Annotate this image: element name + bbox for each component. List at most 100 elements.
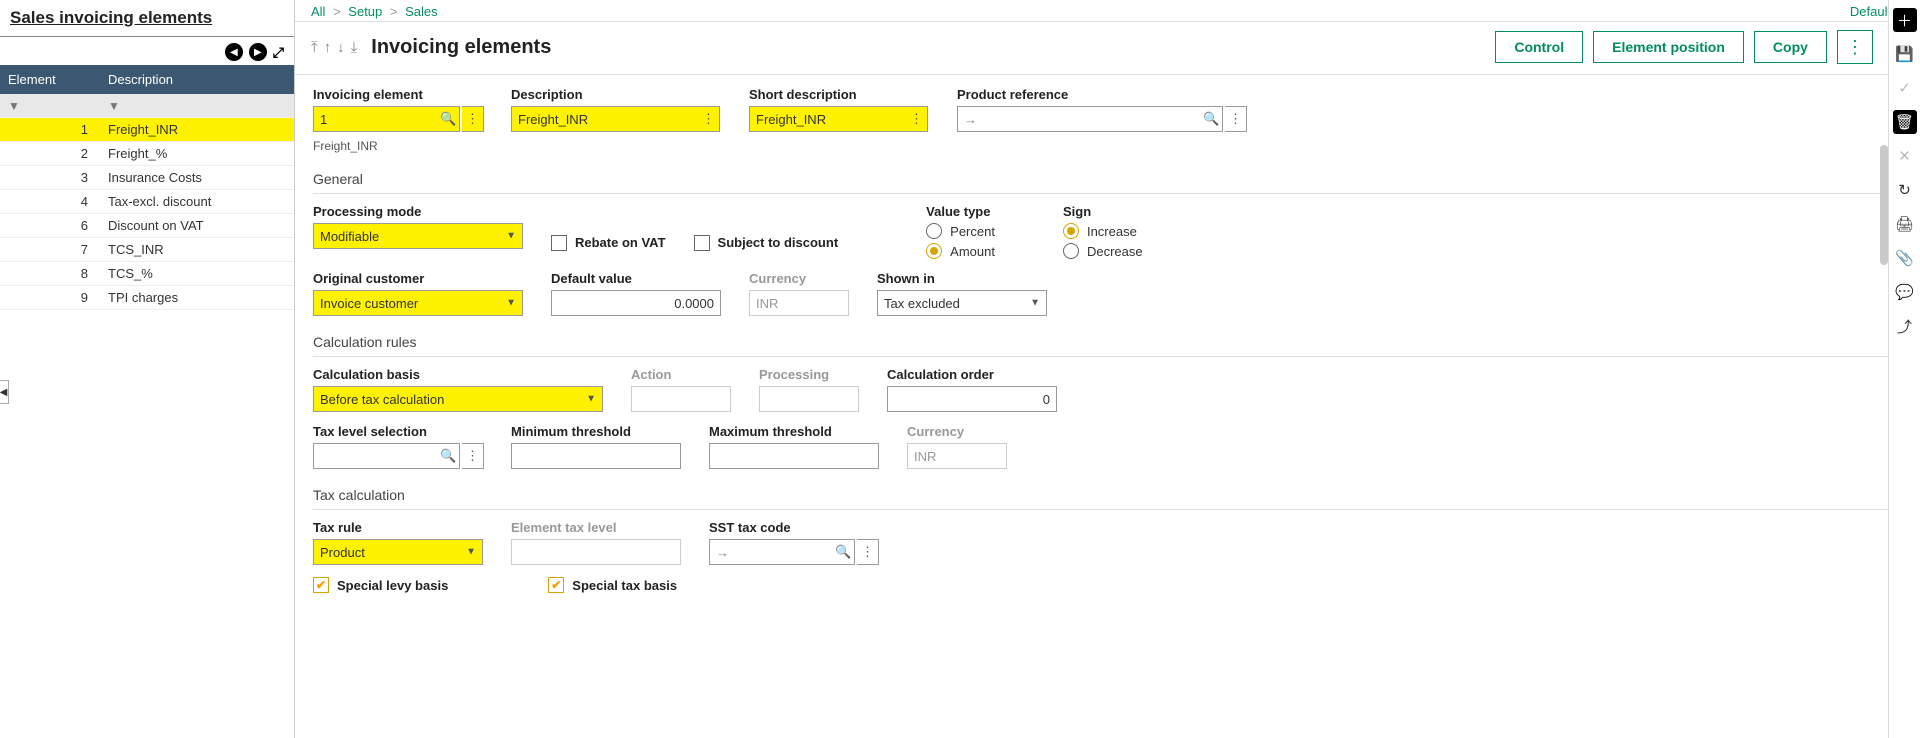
- element-position-button[interactable]: Element position: [1593, 31, 1744, 63]
- value-type-amount[interactable]: Amount: [926, 243, 995, 259]
- refresh-icon[interactable]: ↻: [1893, 178, 1917, 202]
- checkbox-icon: [548, 577, 564, 593]
- label-short-description: Short description: [749, 87, 929, 102]
- add-icon[interactable]: ＋: [1893, 8, 1917, 32]
- value-type-percent[interactable]: Percent: [926, 223, 995, 239]
- main-panel: ◀ All > Setup > Sales Default▼ ⤒ ↑ ↓ ⤓: [295, 0, 1920, 738]
- field-menu-icon[interactable]: ⋮: [906, 106, 928, 132]
- label-currency2: Currency: [907, 424, 1007, 439]
- table-row[interactable]: 6Discount on VAT: [0, 214, 294, 238]
- filter-icon[interactable]: ▼: [108, 99, 120, 113]
- right-rail: ＋ 💾 ✓ 🗑 ✕ ↻ 🖨 📎 💬 ⤴: [1888, 0, 1920, 738]
- field-menu-icon[interactable]: ⋮: [462, 106, 484, 132]
- label-shown-in: Shown in: [877, 271, 1047, 286]
- label-sign: Sign: [1063, 204, 1143, 219]
- calculation-order-input[interactable]: [887, 386, 1057, 412]
- processing-input: [759, 386, 859, 412]
- attachment-icon[interactable]: 📎: [1893, 246, 1917, 270]
- sst-tax-code-input[interactable]: →: [709, 539, 834, 565]
- label-description: Description: [511, 87, 721, 102]
- lookup-icon[interactable]: 🔍: [438, 106, 460, 132]
- section-calc-rules: Calculation rules: [313, 328, 1902, 357]
- control-button[interactable]: Control: [1495, 31, 1583, 63]
- table-row[interactable]: 1Freight_INR: [0, 118, 294, 142]
- table-row[interactable]: 2Freight_%: [0, 142, 294, 166]
- col-element[interactable]: Element: [0, 65, 100, 94]
- label-tax-level-selection: Tax level selection: [313, 424, 483, 439]
- breadcrumb: All > Setup > Sales: [311, 4, 438, 19]
- check-icon[interactable]: ✓: [1893, 76, 1917, 100]
- last-record-icon[interactable]: ⤓: [351, 39, 358, 56]
- description-input[interactable]: [511, 106, 699, 132]
- col-description[interactable]: Description: [100, 65, 294, 94]
- element-hint: Freight_INR: [313, 139, 483, 153]
- label-calculation-order: Calculation order: [887, 367, 1057, 382]
- first-record-icon[interactable]: ⤒: [311, 39, 318, 56]
- delete-icon[interactable]: 🗑: [1893, 110, 1917, 134]
- crumb-setup[interactable]: Setup: [348, 4, 382, 19]
- subject-to-discount-checkbox[interactable]: Subject to discount: [694, 226, 839, 259]
- tax-rule-select[interactable]: Product▼: [313, 539, 483, 565]
- record-list: Element Description ▼ ▼ 1Freight_INR 2Fr…: [0, 65, 294, 310]
- crumb-sales[interactable]: Sales: [405, 4, 438, 19]
- save-icon[interactable]: 💾: [1893, 42, 1917, 66]
- close-icon[interactable]: ✕: [1893, 144, 1917, 168]
- special-levy-basis-checkbox[interactable]: Special levy basis: [313, 577, 448, 593]
- field-menu-icon[interactable]: ⋮: [462, 443, 484, 469]
- next-record-icon[interactable]: ↓: [337, 39, 345, 56]
- max-threshold-input[interactable]: [709, 443, 879, 469]
- tax-level-selection-input[interactable]: [313, 443, 439, 469]
- currency2-input: [907, 443, 1007, 469]
- lookup-icon[interactable]: 🔍: [438, 443, 460, 469]
- rebate-on-vat-checkbox[interactable]: Rebate on VAT: [551, 226, 666, 259]
- label-calculation-basis: Calculation basis: [313, 367, 603, 382]
- field-menu-icon[interactable]: ⋮: [857, 539, 879, 565]
- currency-input: [749, 290, 849, 316]
- checkbox-icon: [551, 235, 567, 251]
- label-max-threshold: Maximum threshold: [709, 424, 879, 439]
- export-icon[interactable]: ⤴: [1893, 314, 1917, 338]
- label-min-threshold: Minimum threshold: [511, 424, 681, 439]
- label-product-reference: Product reference: [957, 87, 1247, 102]
- processing-mode-select[interactable]: Modifiable▼: [313, 223, 523, 249]
- prev-record-icon[interactable]: ↑: [324, 39, 332, 56]
- invoicing-element-input[interactable]: [313, 106, 439, 132]
- next-record-icon[interactable]: ▶: [249, 43, 267, 61]
- more-actions-icon[interactable]: ⋮: [1837, 30, 1873, 64]
- table-row[interactable]: 7TCS_INR: [0, 238, 294, 262]
- table-row[interactable]: 3Insurance Costs: [0, 166, 294, 190]
- print-icon[interactable]: 🖨: [1893, 212, 1917, 236]
- short-description-input[interactable]: [749, 106, 907, 132]
- prev-record-icon[interactable]: ◀: [225, 43, 243, 61]
- label-processing: Processing: [759, 367, 859, 382]
- sign-decrease[interactable]: Decrease: [1063, 243, 1143, 259]
- lookup-icon[interactable]: 🔍: [1201, 106, 1223, 132]
- field-menu-icon[interactable]: ⋮: [1225, 106, 1247, 132]
- section-general: General: [313, 165, 1902, 194]
- comment-icon[interactable]: 💬: [1893, 280, 1917, 304]
- calculation-basis-select[interactable]: Before tax calculation▼: [313, 386, 603, 412]
- product-reference-input[interactable]: →: [957, 106, 1202, 132]
- expand-icon[interactable]: ⤢: [273, 44, 284, 61]
- label-tax-rule: Tax rule: [313, 520, 483, 535]
- left-panel: Sales invoicing elements ◀ ▶ ⤢ Element D…: [0, 0, 295, 738]
- crumb-all[interactable]: All: [311, 4, 325, 19]
- checkbox-icon: [694, 235, 710, 251]
- filter-icon[interactable]: ▼: [8, 99, 20, 113]
- table-row[interactable]: 9TPI charges: [0, 286, 294, 310]
- special-tax-basis-checkbox[interactable]: Special tax basis: [548, 577, 677, 593]
- sign-increase[interactable]: Increase: [1063, 223, 1143, 239]
- min-threshold-input[interactable]: [511, 443, 681, 469]
- field-menu-icon[interactable]: ⋮: [698, 106, 720, 132]
- default-value-input[interactable]: [551, 290, 721, 316]
- copy-button[interactable]: Copy: [1754, 31, 1827, 63]
- table-row[interactable]: 8TCS_%: [0, 262, 294, 286]
- scrollbar-thumb[interactable]: [1880, 145, 1888, 265]
- label-default-value: Default value: [551, 271, 721, 286]
- lookup-icon[interactable]: 🔍: [833, 539, 855, 565]
- shown-in-select[interactable]: Tax excluded▼: [877, 290, 1047, 316]
- original-customer-select[interactable]: Invoice customer▼: [313, 290, 523, 316]
- label-original-customer: Original customer: [313, 271, 523, 286]
- record-nav: ⤒ ↑ ↓ ⤓: [311, 39, 357, 56]
- table-row[interactable]: 4Tax-excl. discount: [0, 190, 294, 214]
